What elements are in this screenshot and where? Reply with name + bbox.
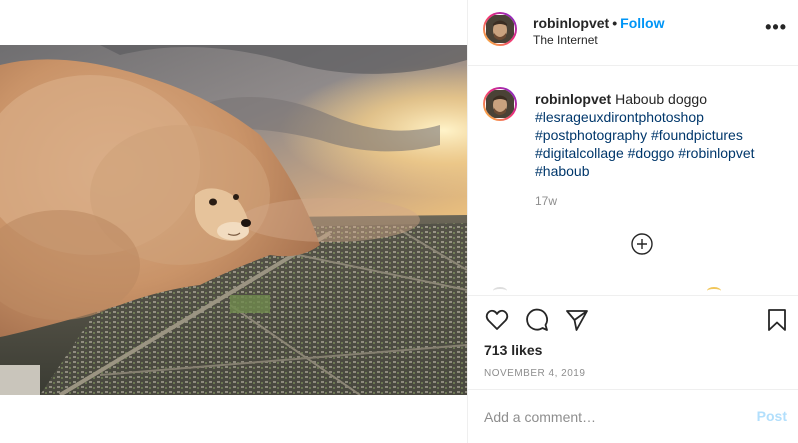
hashtag-link[interactable]: #foundpictures [651,127,743,143]
load-more-comments-icon[interactable] [631,233,653,255]
heart-icon[interactable] [484,307,510,333]
hashtag-link[interactable]: #doggo [628,145,675,161]
hashtag-link[interactable]: #robinlopvet [678,145,754,161]
post-sidebar: robinlopvet • Follow The Internet ••• robi… [467,0,798,443]
more-options-icon[interactable]: ••• [765,18,787,36]
avatar-image [485,89,515,119]
comment-icon[interactable] [524,307,550,333]
hashtag-link[interactable]: #digitalcollage [535,145,624,161]
hashtag-link[interactable]: #haboub [535,163,590,179]
comment-avatar-peek [493,287,507,295]
instagram-post: robinlopvet • Follow The Internet ••• robi… [0,0,798,443]
bookmark-icon[interactable] [764,307,790,333]
avatar[interactable] [483,12,517,46]
post-header: robinlopvet • Follow The Internet ••• [468,0,798,66]
action-bar: 713 likes November 4, 2019 [468,295,798,389]
caption-text: Haboub doggo [615,91,707,107]
post-media [0,0,467,443]
location-link[interactable]: The Internet [533,33,598,47]
caption: robinlopvet Haboub doggo #lesrageuxdiron… [535,90,775,180]
comment-input[interactable] [484,407,734,427]
hashtag-link[interactable]: #postphotography [535,127,647,143]
separator-dot: • [612,15,618,31]
comment-avatar-peek [707,287,721,295]
post-photo[interactable] [0,45,467,395]
share-icon[interactable] [564,307,590,333]
post-date: November 4, 2019 [484,368,586,379]
username-link[interactable]: robinlopvet [533,15,609,31]
time-ago: 17w [535,194,558,208]
follow-button[interactable]: Follow [620,15,664,31]
header-user-line: robinlopvet • Follow [533,15,664,31]
hashtag-link[interactable]: #lesrageuxdirontphotoshop [535,109,704,125]
post-comment-button[interactable]: Post [757,408,787,424]
comments-area: robinlopvet Haboub doggo #lesrageuxdiron… [468,66,798,295]
add-comment-section: Post [468,389,798,443]
caption-avatar[interactable] [483,87,517,121]
likes-count[interactable]: 713 likes [484,342,542,358]
avatar-image [485,14,515,44]
caption-username-link[interactable]: robinlopvet [535,91,611,107]
